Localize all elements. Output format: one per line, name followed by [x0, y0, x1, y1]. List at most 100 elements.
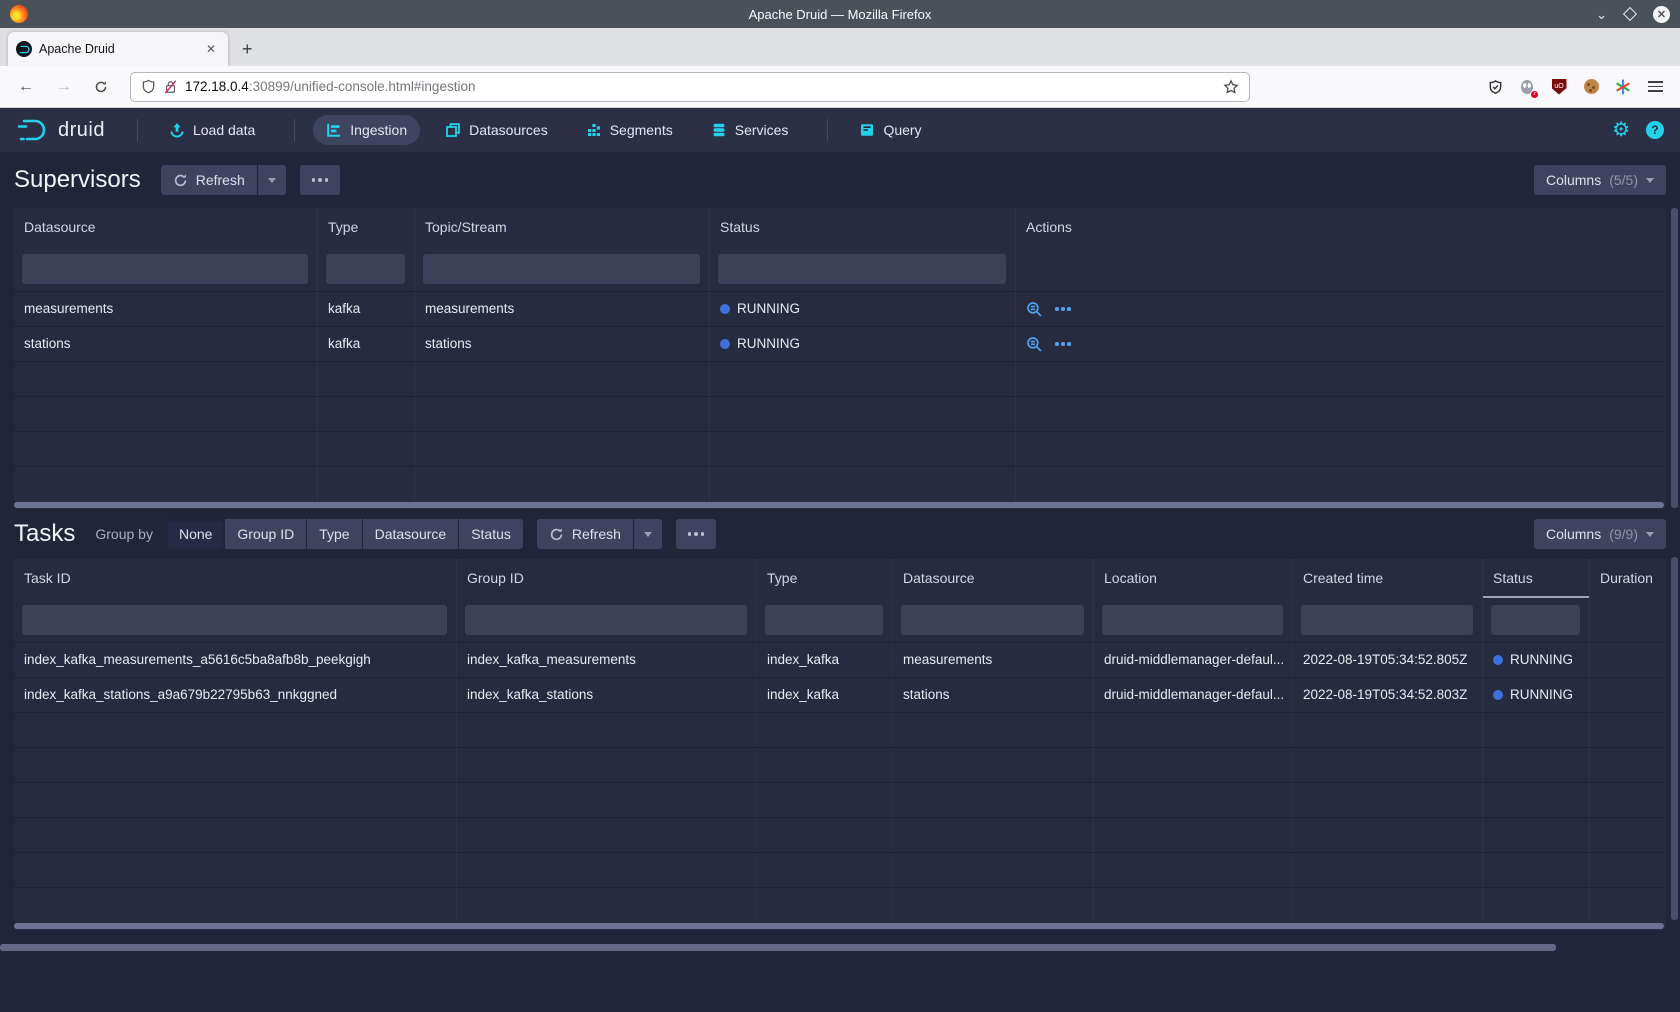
filter-type-input[interactable] [765, 605, 883, 635]
supervisor-row[interactable]: measurements kafka measurements RUNNING [14, 291, 1666, 326]
maximize-icon[interactable] [1623, 7, 1637, 21]
cell-duration[interactable] [1590, 677, 1666, 712]
close-window-icon[interactable]: ✕ [1653, 6, 1670, 23]
cell-status[interactable]: RUNNING [710, 326, 1016, 361]
cell-datasource[interactable]: stations [14, 326, 318, 361]
cell-location[interactable]: druid-middlemanager-defaul... [1094, 642, 1293, 677]
minimize-icon[interactable]: ⌄ [1596, 8, 1607, 21]
tasks-hscrollbar[interactable] [14, 922, 1666, 930]
tasks-refresh-dropdown[interactable] [634, 519, 662, 549]
cell-datasource[interactable]: measurements [893, 642, 1094, 677]
supervisors-refresh-button[interactable]: Refresh [161, 165, 257, 195]
bookmark-star-icon[interactable] [1223, 79, 1239, 95]
colorful-asterisk-icon[interactable] [1614, 78, 1632, 96]
column-header-sorted[interactable]: Status [1483, 559, 1590, 598]
cell-type[interactable]: index_kafka [757, 642, 893, 677]
filter-location-input[interactable] [1102, 605, 1283, 635]
filter-createdtime-input[interactable] [1301, 605, 1473, 635]
filter-type-input[interactable] [326, 254, 405, 284]
column-header[interactable]: Created time [1293, 559, 1483, 598]
menu-icon[interactable] [1646, 78, 1664, 96]
mask-extension-icon[interactable]: x [1518, 78, 1536, 96]
nav-item-load-data[interactable]: Load data [156, 115, 268, 145]
column-header[interactable]: Location [1094, 559, 1293, 598]
tasks-vscrollbar[interactable] [1671, 557, 1678, 920]
cell-topic[interactable]: stations [415, 326, 710, 361]
cell-datasource[interactable]: measurements [14, 291, 318, 326]
nav-item-segments[interactable]: Segments [573, 115, 686, 145]
supervisor-row[interactable]: stations kafka stations RUNNING [14, 326, 1666, 361]
group-by-groupid-button[interactable]: Group ID [225, 519, 306, 549]
privacy-shield-icon[interactable] [1486, 78, 1504, 96]
ublock-icon[interactable]: uO [1550, 78, 1568, 96]
cell-created-time[interactable]: 2022-08-19T05:34:52.803Z [1293, 677, 1483, 712]
filter-datasource-input[interactable] [901, 605, 1084, 635]
page-hscrollbar[interactable] [0, 944, 1556, 951]
nav-item-ingestion[interactable]: Ingestion [313, 115, 420, 145]
cell-group-id[interactable]: index_kafka_measurements [457, 642, 757, 677]
cell-type[interactable]: kafka [318, 291, 415, 326]
lock-insecure-icon[interactable] [164, 80, 177, 94]
column-header[interactable]: Task ID [14, 559, 457, 598]
tasks-columns-button[interactable]: Columns (9/9) [1534, 519, 1666, 549]
task-row[interactable]: index_kafka_stations_a9a679b22795b63_nnk… [14, 677, 1666, 712]
back-icon[interactable]: ← [10, 75, 42, 99]
filter-topic-input[interactable] [423, 254, 700, 284]
cell-type[interactable]: index_kafka [757, 677, 893, 712]
tasks-more-button[interactable] [676, 519, 717, 549]
browser-tab[interactable]: Apache Druid ✕ [8, 32, 228, 66]
cell-topic[interactable]: measurements [415, 291, 710, 326]
supervisors-more-button[interactable] [300, 165, 341, 195]
cell-datasource[interactable]: stations [893, 677, 1094, 712]
nav-item-datasources[interactable]: Datasources [432, 115, 561, 145]
group-by-status-button[interactable]: Status [459, 519, 523, 549]
cell-group-id[interactable]: index_kafka_stations [457, 677, 757, 712]
supervisors-vscrollbar[interactable] [1671, 208, 1678, 508]
cell-status[interactable]: RUNNING [1483, 677, 1590, 712]
cell-status[interactable]: RUNNING [710, 291, 1016, 326]
reload-icon[interactable] [86, 77, 116, 97]
cell-location[interactable]: druid-middlemanager-defaul... [1094, 677, 1293, 712]
row-more-icon[interactable] [1055, 342, 1071, 346]
help-icon[interactable]: ? [1646, 121, 1664, 139]
filter-datasource-input[interactable] [22, 254, 308, 284]
cell-task-id[interactable]: index_kafka_stations_a9a679b22795b63_nnk… [14, 677, 457, 712]
tab-close-icon[interactable]: ✕ [202, 40, 220, 58]
filter-taskid-input[interactable] [22, 605, 447, 635]
column-header[interactable]: Datasource [893, 559, 1094, 598]
group-by-datasource-button[interactable]: Datasource [363, 519, 459, 549]
cell-created-time[interactable]: 2022-08-19T05:34:52.805Z [1293, 642, 1483, 677]
filter-groupid-input[interactable] [465, 605, 747, 635]
forward-icon[interactable]: → [48, 75, 80, 99]
tasks-refresh-button[interactable]: Refresh [537, 519, 633, 549]
cookie-extension-icon[interactable] [1582, 78, 1600, 96]
column-header[interactable]: Type [757, 559, 893, 598]
inspect-magnifier-icon[interactable] [1026, 336, 1043, 353]
supervisors-refresh-dropdown[interactable] [258, 165, 286, 195]
cell-status[interactable]: RUNNING [1483, 642, 1590, 677]
nav-item-services[interactable]: Services [698, 115, 802, 145]
shield-icon[interactable] [141, 79, 156, 94]
column-header[interactable]: Datasource [14, 208, 318, 247]
column-header[interactable]: Topic/Stream [415, 208, 710, 247]
filter-status-input[interactable] [1491, 605, 1580, 635]
column-header[interactable]: Status [710, 208, 1016, 247]
new-tab-button[interactable]: + [228, 39, 267, 66]
row-more-icon[interactable] [1055, 307, 1071, 311]
cell-type[interactable]: kafka [318, 326, 415, 361]
supervisors-hscrollbar[interactable] [14, 501, 1666, 509]
column-header[interactable]: Type [318, 208, 415, 247]
url-bar[interactable]: 172.18.0.4:30899/unified-console.html#in… [130, 72, 1250, 102]
druid-logo[interactable]: druid [16, 117, 105, 143]
task-row[interactable]: index_kafka_measurements_a5616c5ba8afb8b… [14, 642, 1666, 677]
group-by-type-button[interactable]: Type [307, 519, 361, 549]
inspect-magnifier-icon[interactable] [1026, 301, 1043, 318]
filter-status-input[interactable] [718, 254, 1006, 284]
cell-task-id[interactable]: index_kafka_measurements_a5616c5ba8afb8b… [14, 642, 457, 677]
column-header[interactable]: Actions [1016, 208, 1666, 247]
column-header[interactable]: Group ID [457, 559, 757, 598]
nav-item-query[interactable]: Query [846, 115, 934, 145]
group-by-none-button[interactable]: None [167, 519, 224, 549]
column-header[interactable]: Duration [1590, 559, 1666, 598]
cell-duration[interactable] [1590, 642, 1666, 677]
